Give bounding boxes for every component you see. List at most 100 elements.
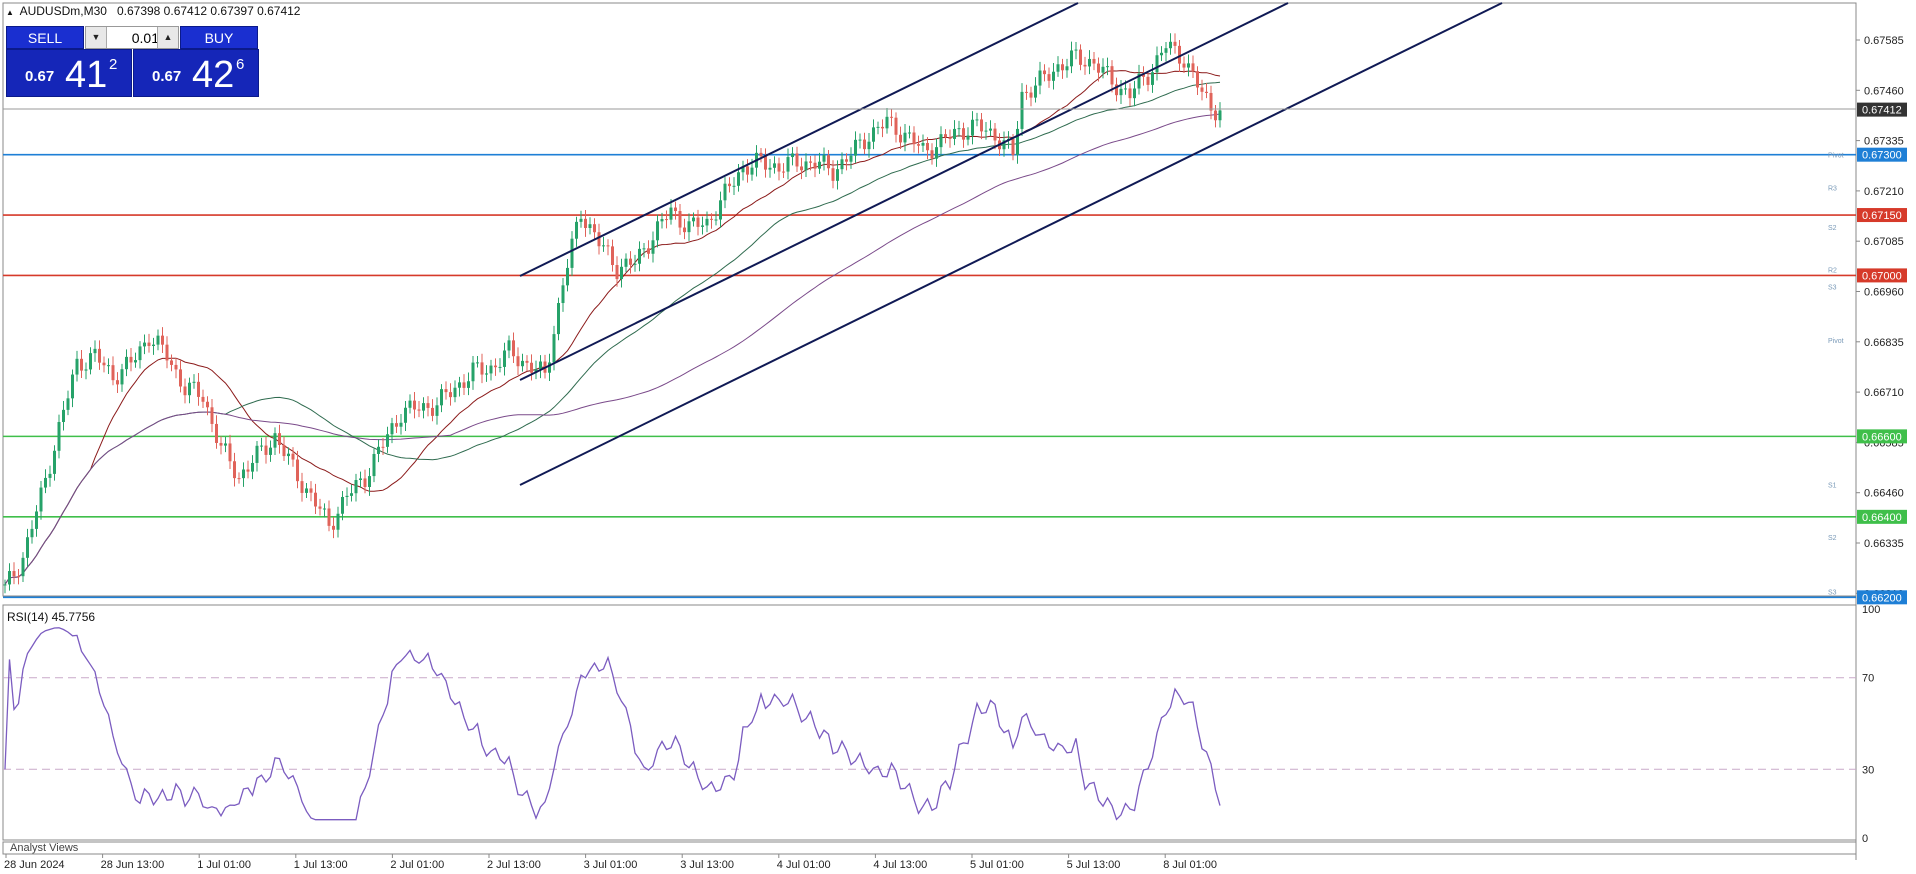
candle-body xyxy=(926,142,929,151)
candle-body xyxy=(462,382,466,388)
collapse-triangle-icon[interactable]: ▲ xyxy=(6,8,14,17)
candle-body xyxy=(602,245,605,247)
candle-body xyxy=(903,132,907,143)
candle-body xyxy=(1038,70,1042,86)
candle-body xyxy=(129,356,133,363)
lot-size-stepper[interactable]: ▼ ▲ xyxy=(85,26,179,49)
candle-body xyxy=(440,389,443,406)
candle-body xyxy=(773,163,776,168)
candle-body xyxy=(894,117,898,135)
candle-body xyxy=(831,168,835,181)
buy-button[interactable]: BUY xyxy=(180,26,258,49)
candle-body xyxy=(908,132,911,134)
candle-body xyxy=(215,423,218,443)
candle-body xyxy=(467,381,470,388)
candle-body xyxy=(305,488,308,493)
rsi-tick-label: 100 xyxy=(1862,604,1880,616)
candle-body xyxy=(174,364,178,370)
candle-body xyxy=(107,365,110,367)
candle-body xyxy=(368,476,371,487)
candle-body xyxy=(732,185,736,187)
candle-body xyxy=(638,248,641,264)
candle-body xyxy=(278,433,281,445)
candle-body xyxy=(561,285,565,304)
chart-canvas[interactable]: 0.67585 0.67460 0.67335 0.67210 0.67085 0.669… xyxy=(0,0,1916,874)
candle-body xyxy=(795,153,799,167)
candle-body xyxy=(228,443,232,462)
candle-body xyxy=(143,342,146,347)
candle-body xyxy=(480,362,484,375)
candle-body xyxy=(782,171,785,173)
candle-body xyxy=(413,400,416,410)
candle-body xyxy=(1151,72,1154,85)
candle-body xyxy=(786,157,790,172)
candle-body xyxy=(327,508,331,526)
candle-body xyxy=(575,221,578,239)
candle-body xyxy=(1196,71,1199,88)
candle-body xyxy=(426,403,430,408)
candle-body xyxy=(516,356,520,367)
candle-body xyxy=(912,132,916,145)
candle-body xyxy=(930,150,934,159)
candle-body xyxy=(152,344,155,347)
candle-body xyxy=(408,400,412,408)
candle-body xyxy=(93,348,97,354)
candle-body xyxy=(584,218,587,229)
sell-button[interactable]: SELL xyxy=(6,26,84,49)
channel-middle-line[interactable] xyxy=(519,2,1289,381)
candle-body xyxy=(507,340,511,351)
candle-body xyxy=(728,183,731,187)
price-tick-label: 0.66335 xyxy=(1864,538,1904,550)
price-tick-label: 0.66710 xyxy=(1864,387,1904,399)
candle-body xyxy=(192,381,196,383)
candle-body xyxy=(260,445,263,447)
candle-body xyxy=(3,584,7,586)
pivot-marker-label: S3 xyxy=(1828,589,1837,596)
candle-body xyxy=(125,356,128,370)
candle-body xyxy=(377,446,380,454)
buy-quote[interactable]: 0.67 42 6 xyxy=(133,49,259,97)
time-tick-label: 2 Jul 13:00 xyxy=(487,859,541,871)
candle-body xyxy=(1065,66,1069,71)
price-tick-label: 0.67335 xyxy=(1864,136,1904,148)
candle-body xyxy=(620,266,623,280)
candle-body xyxy=(206,401,209,408)
candle-body xyxy=(521,360,524,367)
candle-body xyxy=(1173,41,1177,46)
candle-body xyxy=(701,225,704,227)
candle-body xyxy=(948,137,952,139)
pivot-marker-label: R2 xyxy=(1828,267,1837,274)
candle-body xyxy=(183,386,187,396)
candle-body xyxy=(1214,110,1217,121)
horizontal-levels xyxy=(3,153,1856,599)
candle-body xyxy=(885,116,889,129)
candle-body xyxy=(80,358,83,371)
candle-body xyxy=(170,360,173,365)
candle-body xyxy=(710,218,713,220)
sell-quote[interactable]: 0.67 41 2 xyxy=(6,49,132,97)
candle-body xyxy=(323,508,326,510)
time-tick-label: 1 Jul 13:00 xyxy=(294,859,348,871)
candle-body xyxy=(921,142,925,146)
lot-increase-icon[interactable]: ▲ xyxy=(157,27,178,48)
candle-body xyxy=(233,461,236,479)
candle-body xyxy=(1133,88,1136,99)
candle-body xyxy=(489,365,493,374)
lot-size-input[interactable] xyxy=(107,27,161,48)
candle-body xyxy=(665,219,668,221)
candle-body xyxy=(476,362,479,364)
lot-decrease-icon[interactable]: ▼ xyxy=(86,27,107,48)
candle-body xyxy=(255,445,259,463)
candle-body xyxy=(1110,66,1114,85)
candle-body xyxy=(21,557,25,577)
candle-body xyxy=(957,128,961,130)
candle-body xyxy=(642,248,646,250)
candle-body xyxy=(557,303,560,335)
candle-body xyxy=(1016,128,1019,156)
candle-body xyxy=(1182,63,1186,68)
candle-body xyxy=(800,166,803,171)
candle-body xyxy=(485,373,488,375)
candle-body xyxy=(552,334,556,363)
candle-body xyxy=(993,128,997,141)
time-tick-label: 5 Jul 13:00 xyxy=(1067,859,1121,871)
